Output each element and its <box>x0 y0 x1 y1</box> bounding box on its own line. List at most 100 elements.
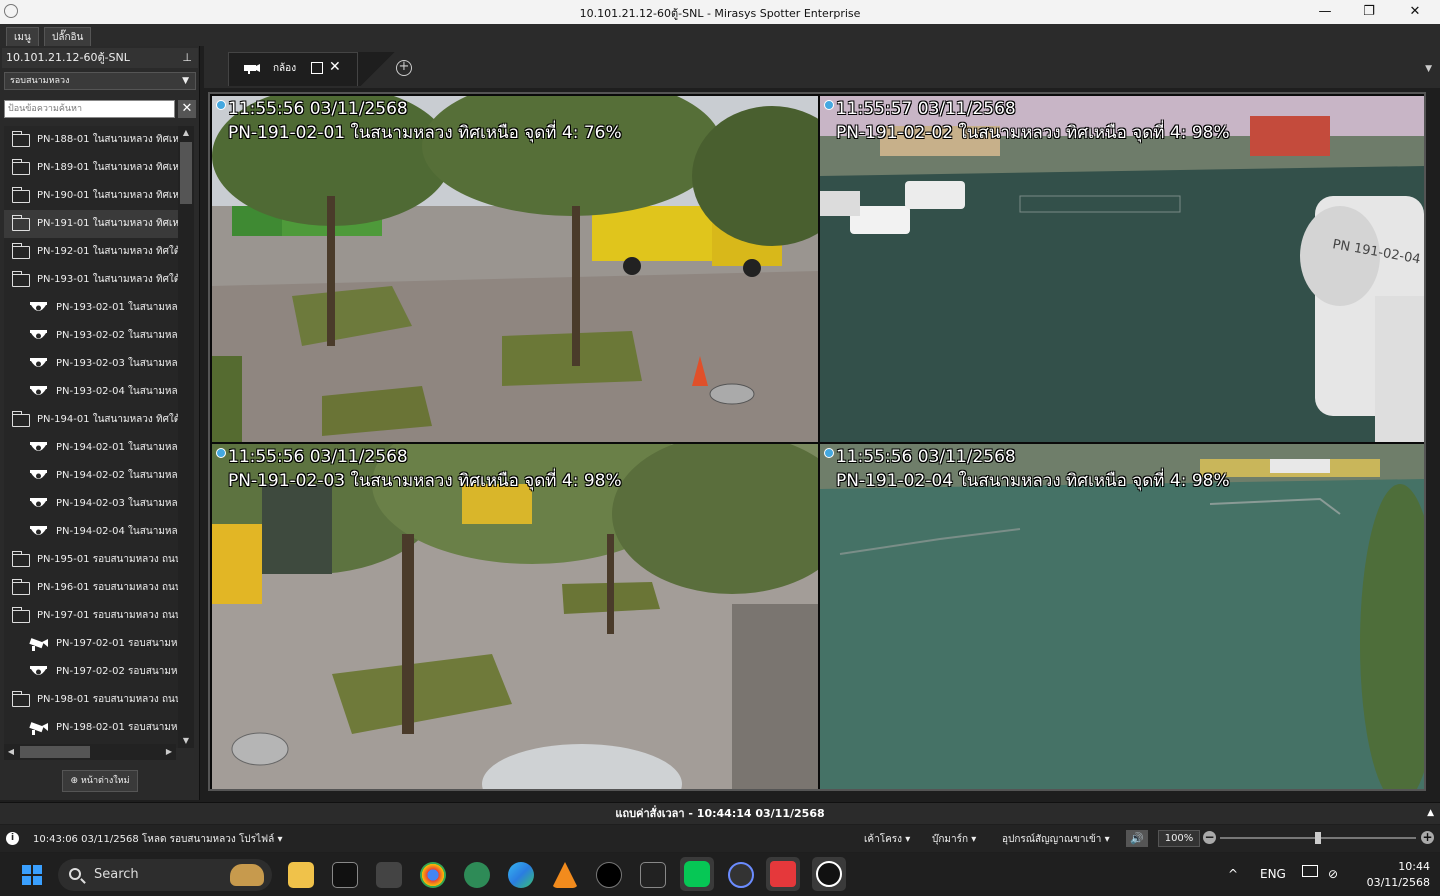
camera-tile-4[interactable]: 11:55:56 03/11/2568 PN-191-02-04 ในสนามห… <box>820 444 1424 789</box>
volume-icon[interactable]: 🔊 <box>1126 830 1148 847</box>
camera-name: PN-191-02-04 ในสนามหลวง ทิศเหนือ จุดที่ … <box>836 471 1230 491</box>
close-button[interactable]: ✕ <box>1392 0 1438 24</box>
hscrollbar-thumb[interactable] <box>20 746 90 758</box>
tree-folder-item[interactable]: PN-196-01 รอบสนามหลวง ถนน <box>4 574 178 602</box>
tree-item-label: PN-193-02-01 ในสนามหล <box>56 302 178 313</box>
camera-tile-2[interactable]: PN 191-02-04 11:55:57 03/11/2568 PN-191-… <box>820 96 1424 442</box>
chrome-icon[interactable] <box>420 862 446 888</box>
clear-search-icon[interactable]: ✕ <box>178 100 196 118</box>
alarm-input-dropdown[interactable]: อุปกรณ์สัญญาณขาเข้า ▾ <box>1002 832 1110 847</box>
zoom-slider-knob[interactable] <box>1315 832 1321 844</box>
tree-item-label: PN-194-02-01 ในสนามหล <box>56 442 178 453</box>
folder-icon <box>11 131 30 147</box>
tree-camera-item[interactable]: PN-193-02-02 ในสนามหล <box>4 322 178 350</box>
close-tab-icon[interactable]: ✕ <box>329 59 341 75</box>
info-icon[interactable]: i <box>6 832 19 845</box>
timeline-bar[interactable]: แถบค่าสั่งเวลา - 10:44:14 03/11/2568 ▲ <box>0 802 1440 824</box>
taskbar-search[interactable]: Search <box>58 859 272 891</box>
status-message[interactable]: 10:43:06 03/11/2568 โหลด รอบสนามหลวง โปร… <box>33 832 282 847</box>
scroll-down-arrow[interactable]: ▼ <box>178 734 194 748</box>
webcam-app-icon[interactable] <box>728 862 754 888</box>
camera-feed-1 <box>212 96 818 442</box>
pin-icon[interactable]: ⊥ <box>182 48 192 68</box>
tree-camera-item[interactable]: PN-198-02-01 รอบสนามห <box>4 714 178 742</box>
tree-camera-item[interactable]: PN-197-02-02 รอบสนามห <box>4 658 178 686</box>
tray-overflow-icon[interactable]: ^ <box>1228 867 1238 881</box>
camera-feed-2: PN 191-02-04 <box>820 96 1424 442</box>
tree-folder-item[interactable]: PN-198-01 รอบสนามหลวง ถนน <box>4 686 178 714</box>
network-icon[interactable]: ⊘ <box>1328 867 1338 881</box>
tree-camera-item[interactable]: PN-194-02-01 ในสนามหล <box>4 434 178 462</box>
command-prompt-icon[interactable] <box>640 862 666 888</box>
file-explorer-icon[interactable] <box>288 862 314 888</box>
edge-icon[interactable] <box>508 862 534 888</box>
tree-camera-item[interactable]: PN-194-02-02 ในสนามหล <box>4 462 178 490</box>
camera-tile-3[interactable]: 11:55:56 03/11/2568 PN-191-02-03 ในสนามห… <box>212 444 818 789</box>
terminal-icon[interactable] <box>332 862 358 888</box>
tree-horizontal-scrollbar[interactable]: ◀ ▶ <box>4 744 176 760</box>
scrollbar-thumb[interactable] <box>180 142 192 204</box>
minimize-button[interactable]: — <box>1302 0 1348 24</box>
folder-icon <box>11 243 30 259</box>
tree-item-label: PN-195-01 รอบสนามหลวง ถนน <box>37 554 178 565</box>
tree-camera-item[interactable]: PN-194-02-03 ในสนามหล <box>4 490 178 518</box>
language-indicator[interactable]: ENG <box>1260 867 1286 881</box>
tree-folder-item[interactable]: PN-191-01 ในสนามหลวง ทิศเห <box>4 210 178 238</box>
scroll-right-arrow[interactable]: ▶ <box>162 744 176 760</box>
window-title: 10.101.21.12-60ตู้-SNL - Mirasys Spotter… <box>579 7 861 20</box>
triangle-app-icon[interactable] <box>596 862 622 888</box>
tree-folder-item[interactable]: PN-188-01 ในสนามหลวง ทิศเห <box>4 126 178 154</box>
dome-camera-icon <box>30 442 47 451</box>
mirasys-spotter-icon[interactable] <box>812 857 846 891</box>
maximize-button[interactable]: ❐ <box>1346 0 1392 24</box>
recording-indicator <box>824 100 834 110</box>
tab-plugins[interactable]: ปลั๊กอิน <box>44 27 92 46</box>
dome-camera-icon <box>30 666 47 675</box>
network-tool-icon[interactable] <box>376 862 402 888</box>
bookmarks-dropdown[interactable]: บุ๊กมาร์ก ▾ <box>932 832 976 847</box>
tree-folder-item[interactable]: PN-189-01 ในสนามหลวง ทิศเห <box>4 154 178 182</box>
view-tab-strip: กล้อง ✕ + ▼ <box>204 46 1440 88</box>
tab-camera-view[interactable]: กล้อง ✕ <box>228 52 358 86</box>
vlc-icon[interactable] <box>552 862 578 888</box>
camera-grid: 11:55:56 03/11/2568 PN-191-02-01 ในสนามห… <box>208 92 1426 791</box>
spotter-app-icon[interactable] <box>464 862 490 888</box>
tree-folder-item[interactable]: PN-195-01 รอบสนามหลวง ถนน <box>4 546 178 574</box>
add-tab-button[interactable]: + <box>396 60 412 76</box>
line-app-icon[interactable] <box>680 857 714 891</box>
tree-vertical-scrollbar[interactable]: ▲ ▼ <box>178 126 194 748</box>
tree-camera-item[interactable]: PN-193-02-01 ในสนามหล <box>4 294 178 322</box>
anydesk-icon[interactable] <box>766 857 800 891</box>
tree-folder-item[interactable]: PN-194-01 ในสนามหลวง ทิศใต้ <box>4 406 178 434</box>
tree-camera-item[interactable]: PN-193-02-04 ในสนามหล <box>4 378 178 406</box>
tree-folder-item[interactable]: PN-190-01 ในสนามหลวง ทิศเห <box>4 182 178 210</box>
tree-folder-item[interactable]: PN-192-01 ในสนามหลวง ทิศใต้ <box>4 238 178 266</box>
windows-start-icon[interactable] <box>22 865 42 885</box>
layout-dropdown[interactable]: เค้าโครง ▾ <box>864 832 910 847</box>
search-input[interactable]: ป้อนข้อความค้นหา <box>4 100 175 118</box>
new-window-button[interactable]: ⊕ หน้าต่างใหม่ <box>62 770 138 792</box>
tree-item-label: PN-198-01 รอบสนามหลวง ถนน <box>37 694 178 705</box>
display-icon[interactable] <box>1302 865 1318 877</box>
camera-tile-1[interactable]: 11:55:56 03/11/2568 PN-191-02-01 ในสนามห… <box>212 96 818 442</box>
recording-indicator <box>216 100 226 110</box>
zoom-out-button[interactable]: − <box>1203 831 1216 844</box>
tab-menu[interactable]: เมนู <box>6 27 39 46</box>
zoom-in-button[interactable]: + <box>1421 831 1434 844</box>
scroll-left-arrow[interactable]: ◀ <box>4 744 18 760</box>
zoom-slider[interactable] <box>1220 832 1416 844</box>
group-select[interactable]: รอบสนามหลวง ▼ <box>4 72 196 90</box>
timeline-expand-icon[interactable]: ▲ <box>1427 803 1434 824</box>
scroll-up-arrow[interactable]: ▲ <box>178 126 194 140</box>
chevron-down-icon: ▼ <box>182 76 189 86</box>
tree-camera-item[interactable]: PN-197-02-01 รอบสนามห <box>4 630 178 658</box>
tree-item-label: PN-197-02-01 รอบสนามห <box>56 638 178 649</box>
popout-icon[interactable] <box>311 62 323 74</box>
tree-camera-item[interactable]: PN-194-02-04 ในสนามหล <box>4 518 178 546</box>
tree-folder-item[interactable]: PN-193-01 ในสนามหลวง ทิศใต้ <box>4 266 178 294</box>
dome-camera-icon <box>30 358 47 367</box>
taskbar-clock[interactable]: 10:44 03/11/2568 <box>1350 859 1430 891</box>
tree-camera-item[interactable]: PN-193-02-03 ในสนามหล <box>4 350 178 378</box>
tree-folder-item[interactable]: PN-197-01 รอบสนามหลวง ถนน <box>4 602 178 630</box>
tab-menu-chevron-icon[interactable]: ▼ <box>1425 64 1432 74</box>
